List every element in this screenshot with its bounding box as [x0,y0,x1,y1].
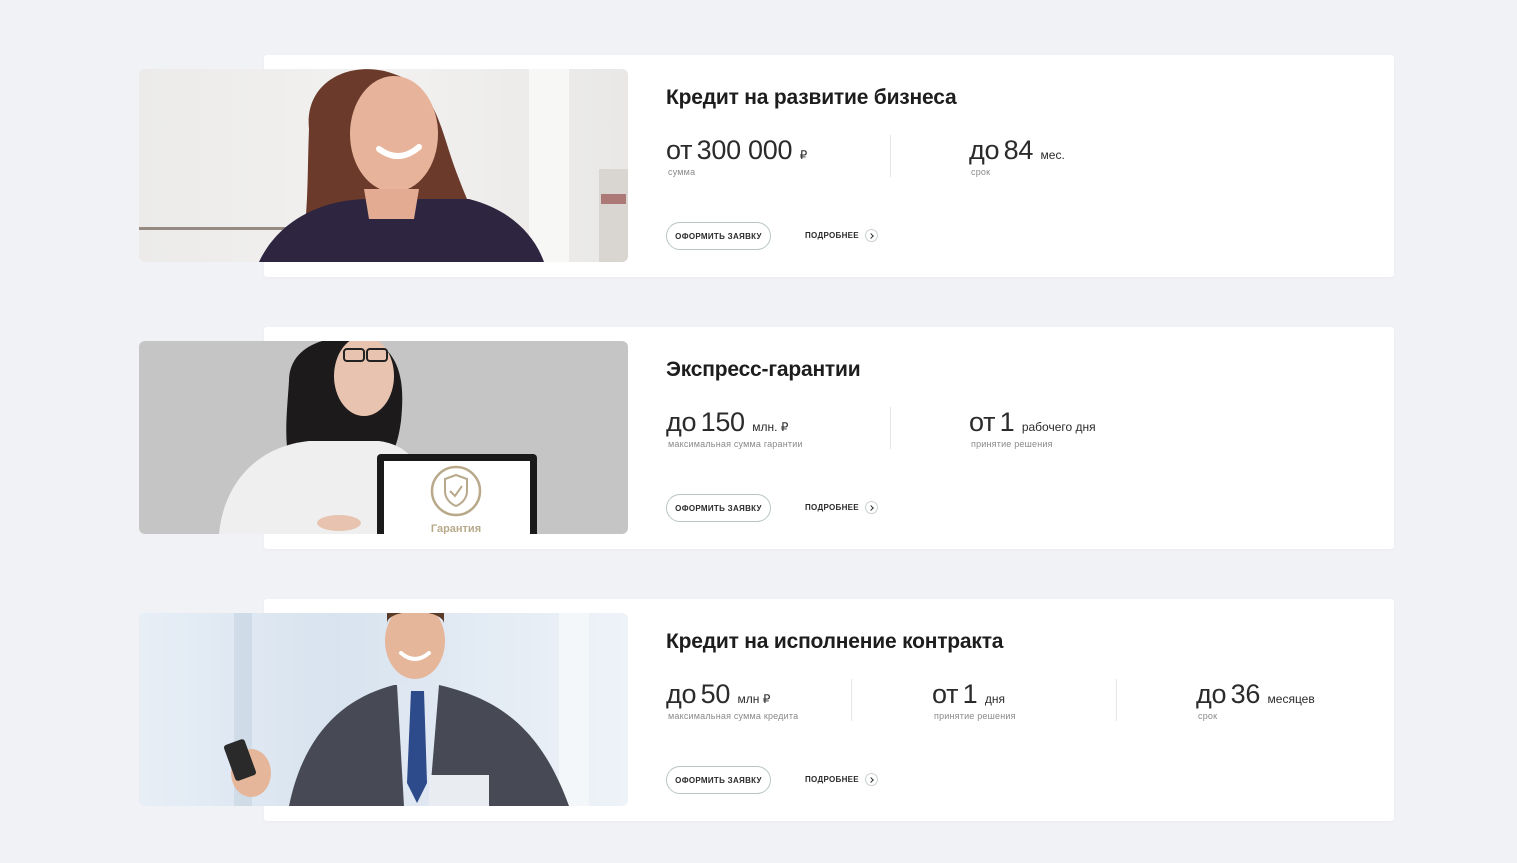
product-image [139,69,628,262]
stat-term: до 84 мес. срок [969,135,1065,177]
stat-caption: срок [971,167,991,177]
more-link-label: ПОДРОБНЕЕ [805,231,859,240]
stat-value: 50 [700,679,731,709]
more-link[interactable]: ПОДРОБНЕЕ [805,229,878,242]
stat-prefix: до [666,679,697,709]
stat-unit: месяцев [1267,692,1315,706]
more-link-label: ПОДРОБНЕЕ [805,503,859,512]
stat-unit: мес. [1040,148,1065,162]
stat-value: 300 000 [696,135,793,165]
stat-value: 84 [1003,135,1034,165]
stat-unit: млн. ₽ [752,420,789,434]
stat-divider [890,407,891,449]
product-title: Кредит на исполнение контракта [666,630,1004,653]
stat-term: до 36 месяцев срок [1196,679,1315,721]
more-link[interactable]: ПОДРОБНЕЕ [805,501,878,514]
apply-button[interactable]: ОФОРМИТЬ ЗАЯВКУ [666,494,771,522]
stat-caption: сумма [668,167,696,177]
stat-credit-amount: до 50 млн ₽ максимальная сумма кредита [666,679,798,721]
apply-button[interactable]: ОФОРМИТЬ ЗАЯВКУ [666,766,771,794]
stat-divider [890,135,891,177]
product-image: Гарантия [139,341,628,534]
stat-prefix: до [1196,679,1227,709]
stat-prefix: от [932,679,959,709]
apply-button[interactable]: ОФОРМИТЬ ЗАЯВКУ [666,222,771,250]
product-card-content: Экспресс-гарантии до 150 млн. ₽ максимал… [666,327,1394,549]
stat-caption: срок [1198,711,1218,721]
stat-divider [851,679,852,721]
stat-prefix: до [969,135,1000,165]
stat-value: 1 [999,407,1015,437]
stat-decision-time: от 1 рабочего дня принятие решения [969,407,1096,449]
chevron-right-icon [864,773,878,786]
stat-unit: млн ₽ [737,692,771,706]
product-title: Экспресс-гарантии [666,358,861,381]
product-card-content: Кредит на развитие бизнеса от 300 000 ₽ … [666,55,1394,277]
stat-value: 1 [962,679,978,709]
product-title: Кредит на развитие бизнеса [666,86,957,109]
chevron-right-icon [864,229,878,242]
stat-caption: максимальная сумма кредита [668,711,799,721]
product-card-content: Кредит на исполнение контракта до 50 млн… [666,599,1394,821]
more-link-label: ПОДРОБНЕЕ [805,775,859,784]
stat-value: 36 [1230,679,1261,709]
product-image [139,613,628,806]
stat-unit: рабочего дня [1021,420,1096,434]
stat-amount: от 300 000 ₽ сумма [666,135,807,177]
stat-prefix: от [666,135,693,165]
woman-with-tablet-guarantee-photo: Гарантия [139,341,628,534]
stat-value: 150 [700,407,745,437]
businessman-with-phone-photo [139,613,628,806]
stat-caption: максимальная сумма гарантии [668,439,803,449]
more-link[interactable]: ПОДРОБНЕЕ [805,773,878,786]
stat-unit: ₽ [799,148,808,162]
stat-prefix: до [666,407,697,437]
stat-decision-time: от 1 дня принятие решения [932,679,1016,721]
chevron-right-icon [864,501,878,514]
stat-caption: принятие решения [971,439,1053,449]
guarantee-label: Гарантия [431,523,481,534]
stat-unit: дня [984,692,1005,706]
stat-prefix: от [969,407,996,437]
woman-smiling-photo [139,69,628,262]
stat-guarantee-amount: до 150 млн. ₽ максимальная сумма гаранти… [666,407,803,449]
stat-caption: принятие решения [934,711,1016,721]
stat-divider [1116,679,1117,721]
